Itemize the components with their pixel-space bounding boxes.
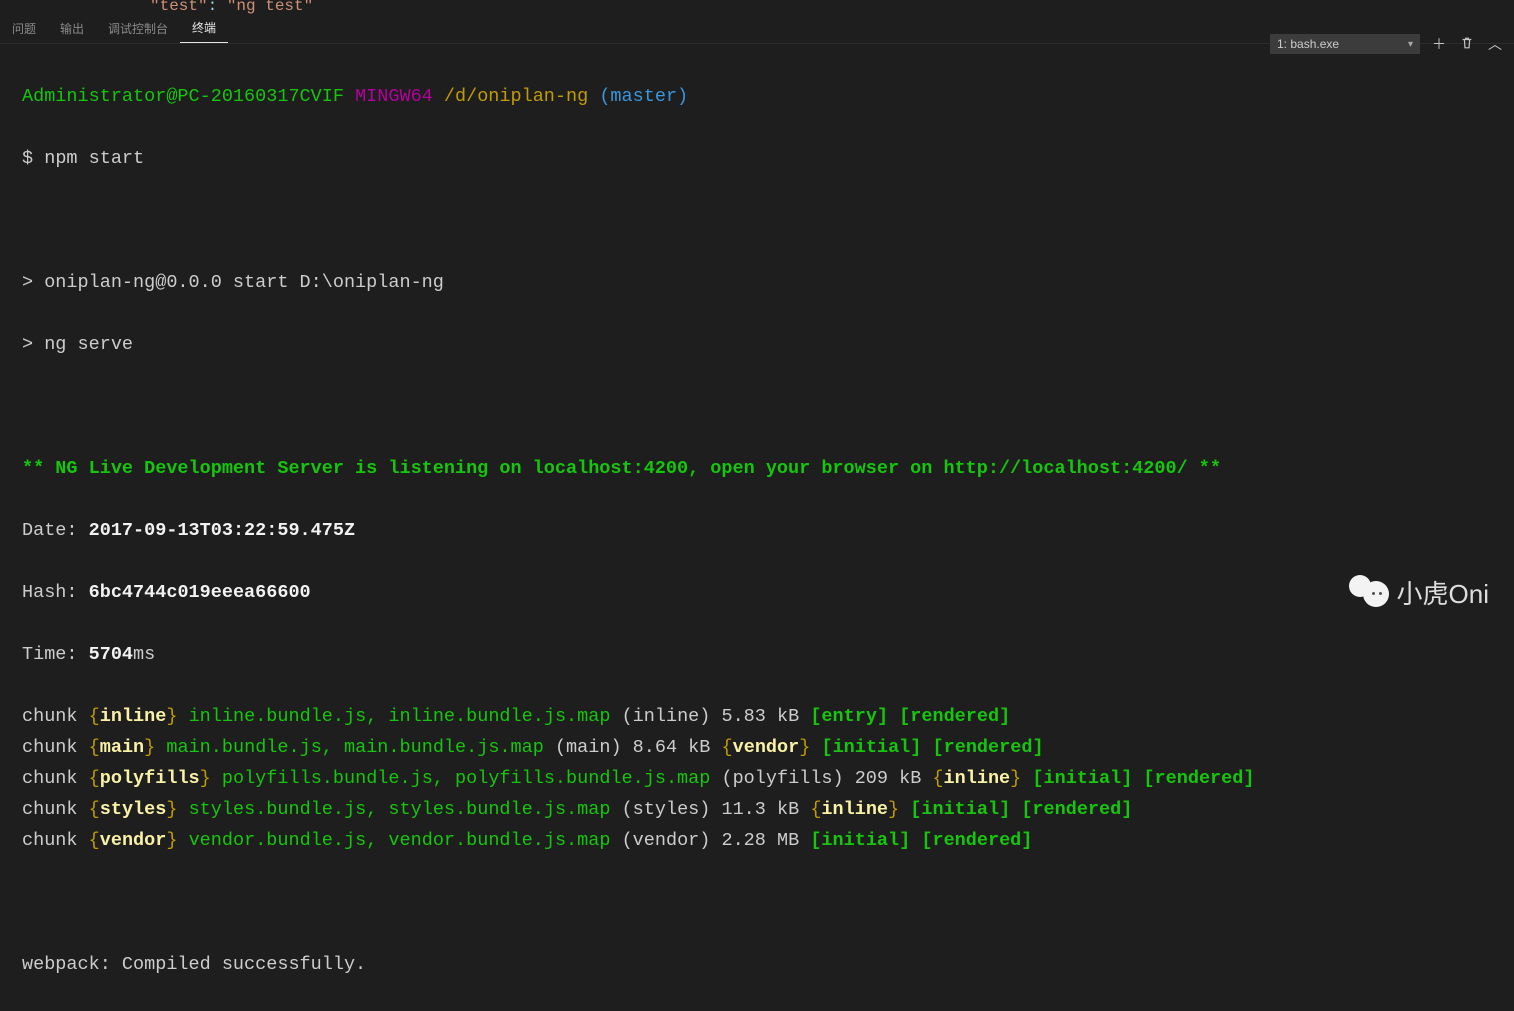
npm-run-line: > oniplan-ng@0.0.0 start D:\oniplan-ng [22, 267, 1504, 298]
watermark-text: 小虎Oni [1397, 574, 1489, 611]
watermark: 小虎Oni [1345, 573, 1489, 611]
terminal-selector-label: 1: bash.exe [1277, 37, 1339, 51]
build-hash-line: Hash: 6bc4744c019eeea66600 [22, 577, 1504, 608]
ng-banner-line: ** NG Live Development Server is listeni… [22, 453, 1504, 484]
panel-tabs: 问题 输出 调试控制台 终端 1: bash.exe ▾ ＋ ︿ [0, 14, 1514, 44]
tab-output[interactable]: 输出 [48, 14, 96, 43]
webpack-status-line: webpack: Compiled successfully. [22, 949, 1504, 980]
tab-debug-console[interactable]: 调试控制台 [96, 14, 180, 43]
tab-problems[interactable]: 问题 [0, 14, 48, 43]
terminal-command-line: $ npm start [22, 143, 1504, 174]
terminal-blank-line [22, 887, 1504, 918]
chevron-down-icon: ▾ [1408, 39, 1413, 50]
chunk-line: chunk {vendor} vendor.bundle.js, vendor.… [22, 825, 1504, 856]
chunk-line: chunk {inline} inline.bundle.js, inline.… [22, 701, 1504, 732]
chunk-list: chunk {inline} inline.bundle.js, inline.… [22, 701, 1504, 856]
build-date-line: Date: 2017-09-13T03:22:59.475Z [22, 515, 1504, 546]
chunk-line: chunk {main} main.bundle.js, main.bundle… [22, 732, 1504, 763]
tab-terminal[interactable]: 终端 [180, 13, 228, 43]
chunk-line: chunk {polyfills} polyfills.bundle.js, p… [22, 763, 1504, 794]
editor-peek: "test": "ng test" [0, 0, 1514, 14]
wechat-icon [1345, 573, 1391, 611]
terminal-blank-line [22, 205, 1504, 236]
terminal-blank-line [22, 391, 1504, 422]
terminal-prompt-line: Administrator@PC-20160317CVIF MINGW64 /d… [22, 81, 1504, 112]
build-time-line: Time: 5704ms [22, 639, 1504, 670]
terminal-output[interactable]: Administrator@PC-20160317CVIF MINGW64 /d… [22, 50, 1504, 651]
chunk-line: chunk {styles} styles.bundle.js, styles.… [22, 794, 1504, 825]
npm-run-line: > ng serve [22, 329, 1504, 360]
